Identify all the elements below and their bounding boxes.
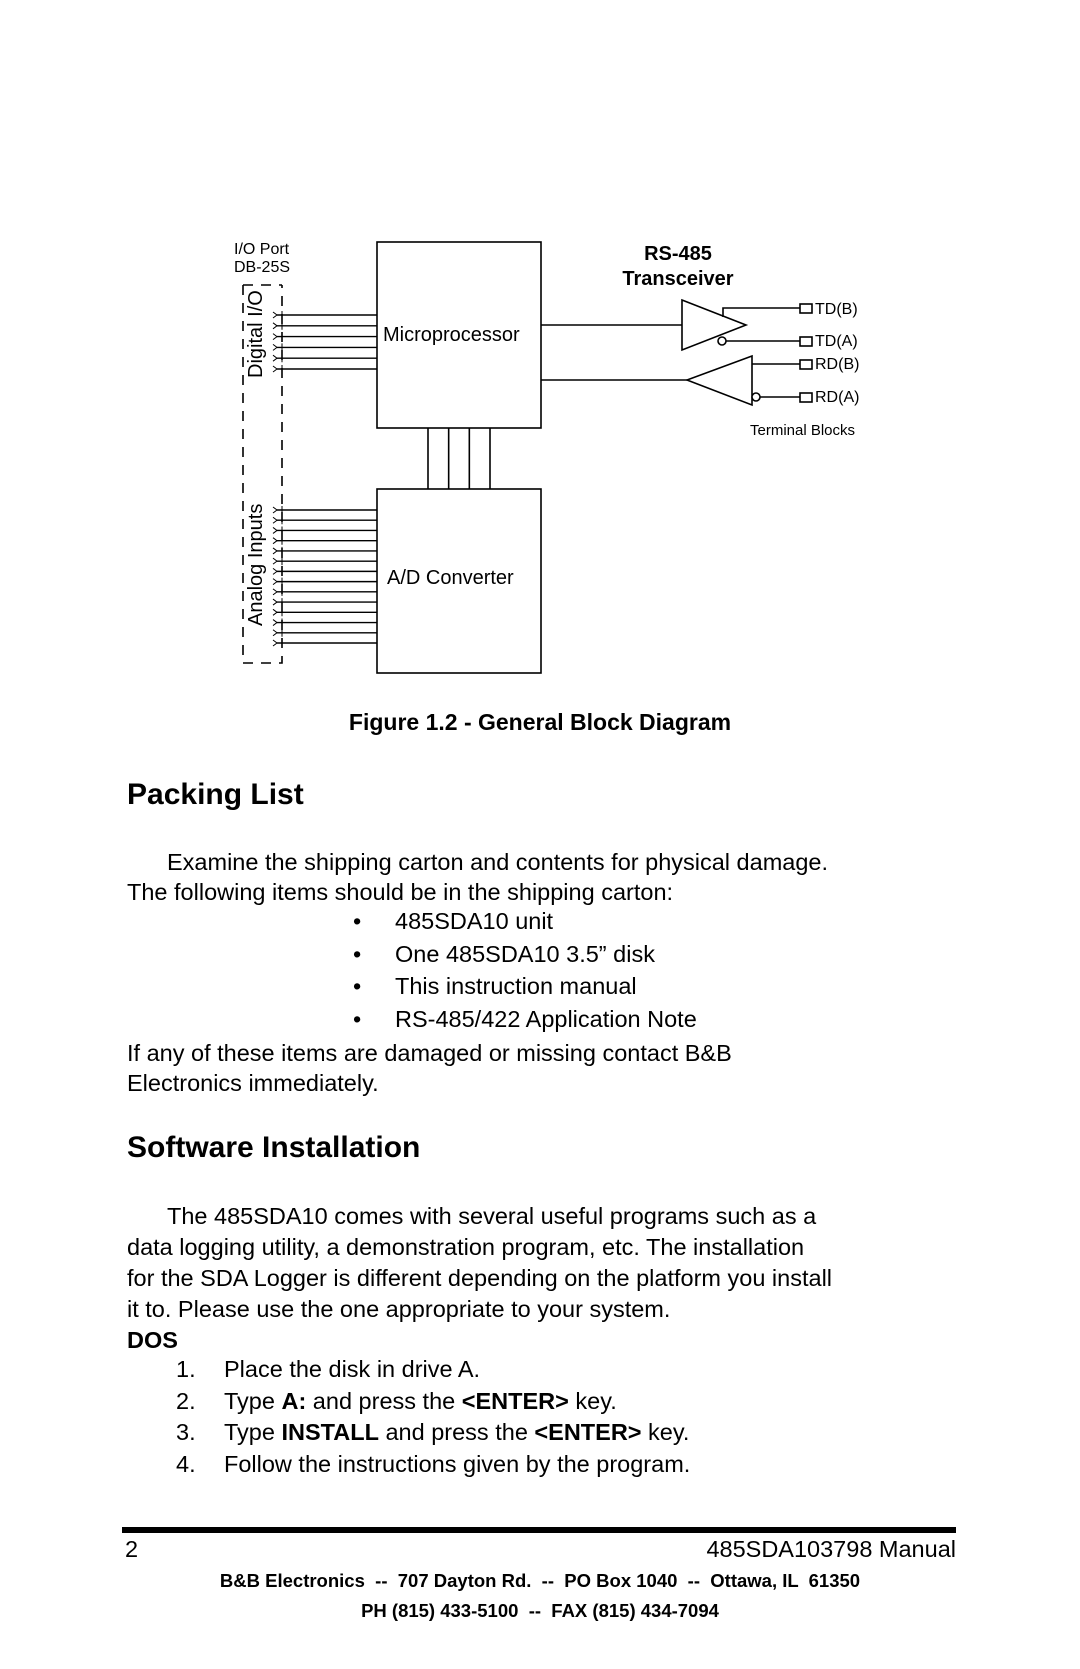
rs485-label: RS-485 bbox=[644, 243, 712, 265]
step-text-part: and press the bbox=[306, 1387, 462, 1414]
step-text-part: key. bbox=[641, 1419, 690, 1445]
transceiver-label: Transceiver bbox=[622, 268, 733, 290]
analog-input-line bbox=[272, 618, 377, 627]
analog-input-line bbox=[272, 536, 377, 545]
step-text-part: key. bbox=[568, 1387, 617, 1414]
analog-input-line bbox=[272, 506, 377, 514]
packing-outro-line2: Electronics immediately. bbox=[127, 1070, 379, 1096]
rd-a-inversion-bubble bbox=[751, 392, 761, 402]
step-text-part: Type bbox=[224, 1419, 282, 1445]
terminal-td-a bbox=[799, 336, 813, 347]
analog-input-line bbox=[272, 628, 377, 637]
td-b-wire bbox=[722, 307, 800, 317]
packing-list-item: RS-485/422 Application Note bbox=[395, 1005, 697, 1032]
step-number: 1. bbox=[176, 1356, 196, 1382]
ad-converter-label: A/D Converter bbox=[387, 567, 514, 589]
bus-lines bbox=[427, 428, 491, 489]
figure-caption: Figure 1.2 - General Block Diagram bbox=[348, 709, 732, 735]
io-port-label: I/O Port bbox=[234, 241, 290, 258]
software-installation-heading: Software Installation bbox=[127, 1131, 421, 1164]
packing-list-item: 485SDA10 unit bbox=[395, 908, 554, 934]
step-text-part: Follow the instructions given by the pro… bbox=[224, 1450, 691, 1477]
packing-list-heading: Packing List bbox=[127, 778, 304, 811]
analog-input-lines bbox=[272, 506, 377, 647]
bullet-icon: • bbox=[353, 973, 362, 999]
analog-input-line bbox=[272, 546, 377, 555]
step-text-part: Type bbox=[224, 1387, 282, 1414]
bullet-icon: • bbox=[353, 1005, 362, 1032]
company-phone: PH (815) 433-5100 -- FAX (815) 434-7094 bbox=[361, 1600, 719, 1621]
microprocessor-label: Microprocessor bbox=[383, 324, 520, 346]
rd-a-label: RD(A) bbox=[815, 389, 859, 406]
rd-b-label: RD(B) bbox=[815, 356, 859, 373]
analog-input-line bbox=[272, 526, 377, 535]
terminal-rd-a bbox=[799, 392, 813, 403]
page-number: 2 bbox=[125, 1536, 139, 1562]
analog-input-line bbox=[272, 516, 377, 525]
packing-intro-line2: The following items should be in the shi… bbox=[127, 879, 674, 905]
analog-input-line bbox=[272, 639, 377, 647]
step-text: Follow the instructions given by the pro… bbox=[224, 1451, 690, 1478]
analog-input-line bbox=[272, 587, 377, 596]
digital-io-line bbox=[272, 321, 377, 330]
company-address: B&B Electronics -- 707 Dayton Rd. -- PO … bbox=[219, 1570, 861, 1591]
software-para-line2: data logging utility, a demonstration pr… bbox=[127, 1234, 805, 1260]
step-text: Type INSTALL and press the <ENTER> key. bbox=[224, 1419, 689, 1446]
manual-title: 485SDA103798 Manual bbox=[706, 1536, 956, 1562]
analog-input-line bbox=[272, 567, 377, 576]
software-para-line3: for the SDA Logger is different dependin… bbox=[127, 1265, 833, 1291]
packing-intro-text: Examine the shipping carton and contents… bbox=[167, 849, 829, 875]
step-keyword: A: bbox=[281, 1387, 307, 1414]
software-para-text: The 485SDA10 comes with several useful p… bbox=[167, 1203, 817, 1229]
digital-io-line bbox=[272, 332, 377, 341]
step-keyword: <ENTER> bbox=[534, 1419, 642, 1445]
bullet-icon: • bbox=[353, 908, 362, 934]
digital-io-lines bbox=[272, 311, 377, 373]
digital-io-line bbox=[272, 311, 377, 319]
step-keyword: <ENTER> bbox=[461, 1387, 569, 1414]
td-b-label: TD(B) bbox=[815, 301, 858, 318]
bullet-icon: • bbox=[353, 940, 362, 967]
footer-rule bbox=[122, 1527, 956, 1533]
digital-io-line bbox=[272, 354, 377, 363]
step-text: Type A: and press the <ENTER> key. bbox=[224, 1388, 617, 1415]
terminal-blocks-label: Terminal Blocks bbox=[750, 422, 855, 439]
terminal-rd-b bbox=[799, 359, 813, 370]
analog-input-line bbox=[272, 598, 377, 607]
digital-io-label: Digital I/O bbox=[245, 290, 267, 378]
dos-heading: DOS bbox=[127, 1327, 178, 1353]
digital-io-line bbox=[272, 365, 377, 373]
step-number: 4. bbox=[176, 1450, 196, 1477]
software-para-line4: it to. Please use the one appropriate to… bbox=[127, 1296, 671, 1322]
analog-input-line bbox=[272, 608, 377, 617]
step-number: 2. bbox=[176, 1387, 196, 1414]
step-number: 3. bbox=[176, 1419, 196, 1445]
receiver-amplifier-symbol bbox=[684, 354, 753, 407]
packing-intro-line1: Examine the shipping carton and contents… bbox=[127, 847, 828, 878]
td-a-label: TD(A) bbox=[815, 333, 858, 350]
analog-inputs-label: Analog Inputs bbox=[245, 504, 267, 626]
step-text-part: and press the bbox=[378, 1419, 535, 1445]
block-diagram: I/O Port DB-25S Digital I/O Analog Input… bbox=[234, 241, 859, 674]
packing-outro-line1: If any of these items are damaged or mis… bbox=[127, 1040, 732, 1066]
digital-io-line bbox=[272, 343, 377, 352]
packing-list-item: One 485SDA10 3.5” disk bbox=[395, 940, 655, 967]
td-a-inversion-bubble bbox=[717, 336, 727, 346]
software-para-line1: The 485SDA10 comes with several useful p… bbox=[127, 1201, 816, 1232]
step-text-part: Place the disk in drive A. bbox=[224, 1356, 481, 1382]
packing-list-item: This instruction manual bbox=[395, 973, 637, 999]
db25s-label: DB-25S bbox=[234, 259, 290, 276]
step-text: Place the disk in drive A. bbox=[224, 1356, 480, 1383]
analog-input-line bbox=[272, 577, 377, 586]
terminal-td-b bbox=[799, 303, 813, 314]
step-keyword: INSTALL bbox=[281, 1419, 379, 1445]
analog-input-line bbox=[272, 557, 377, 566]
